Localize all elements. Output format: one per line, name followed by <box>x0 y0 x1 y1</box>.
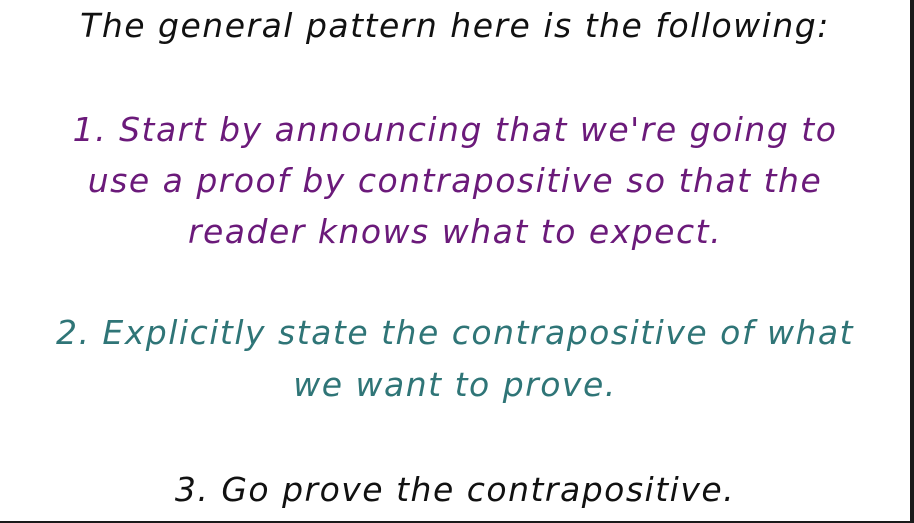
step-3-line-1: 3. Go prove the contrapositive. <box>174 470 736 509</box>
header-text: The general pattern here is the followin… <box>80 6 830 45</box>
step-2-line-1: 2. Explicitly state the contrapositive o… <box>55 313 855 352</box>
step-2-line-2: we want to prove. <box>293 365 617 404</box>
slide-canvas: The general pattern here is the followin… <box>0 0 910 523</box>
step-1-line-3: reader knows what to expect. <box>187 212 723 251</box>
step-1-line-1: 1. Start by announcing that we're going … <box>72 110 838 149</box>
right-edge-divider <box>910 0 914 523</box>
step-1-line-2: use a proof by contrapositive so that th… <box>87 161 823 200</box>
